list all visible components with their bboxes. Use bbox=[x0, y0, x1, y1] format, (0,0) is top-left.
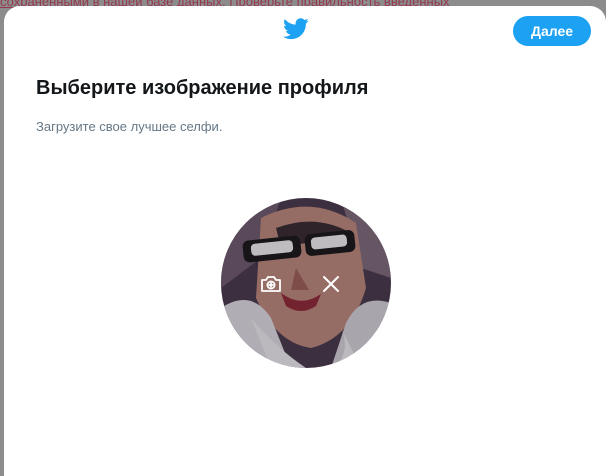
twitter-bird-icon bbox=[283, 18, 309, 40]
camera-plus-icon bbox=[261, 276, 281, 292]
upload-photo-button[interactable] bbox=[259, 272, 283, 296]
profile-photo-preview[interactable] bbox=[221, 198, 391, 368]
next-button[interactable]: Далее bbox=[513, 16, 591, 46]
modal-header: Далее bbox=[4, 6, 606, 58]
profile-photo-modal: Далее Выберите изображение профиля Загру… bbox=[4, 6, 606, 476]
remove-photo-button[interactable] bbox=[319, 272, 343, 296]
page-subtitle: Загрузите свое лучшее селфи. bbox=[36, 119, 223, 134]
close-icon bbox=[323, 276, 339, 292]
page-title: Выберите изображение профиля bbox=[36, 77, 369, 99]
photo-overlay bbox=[221, 198, 391, 368]
